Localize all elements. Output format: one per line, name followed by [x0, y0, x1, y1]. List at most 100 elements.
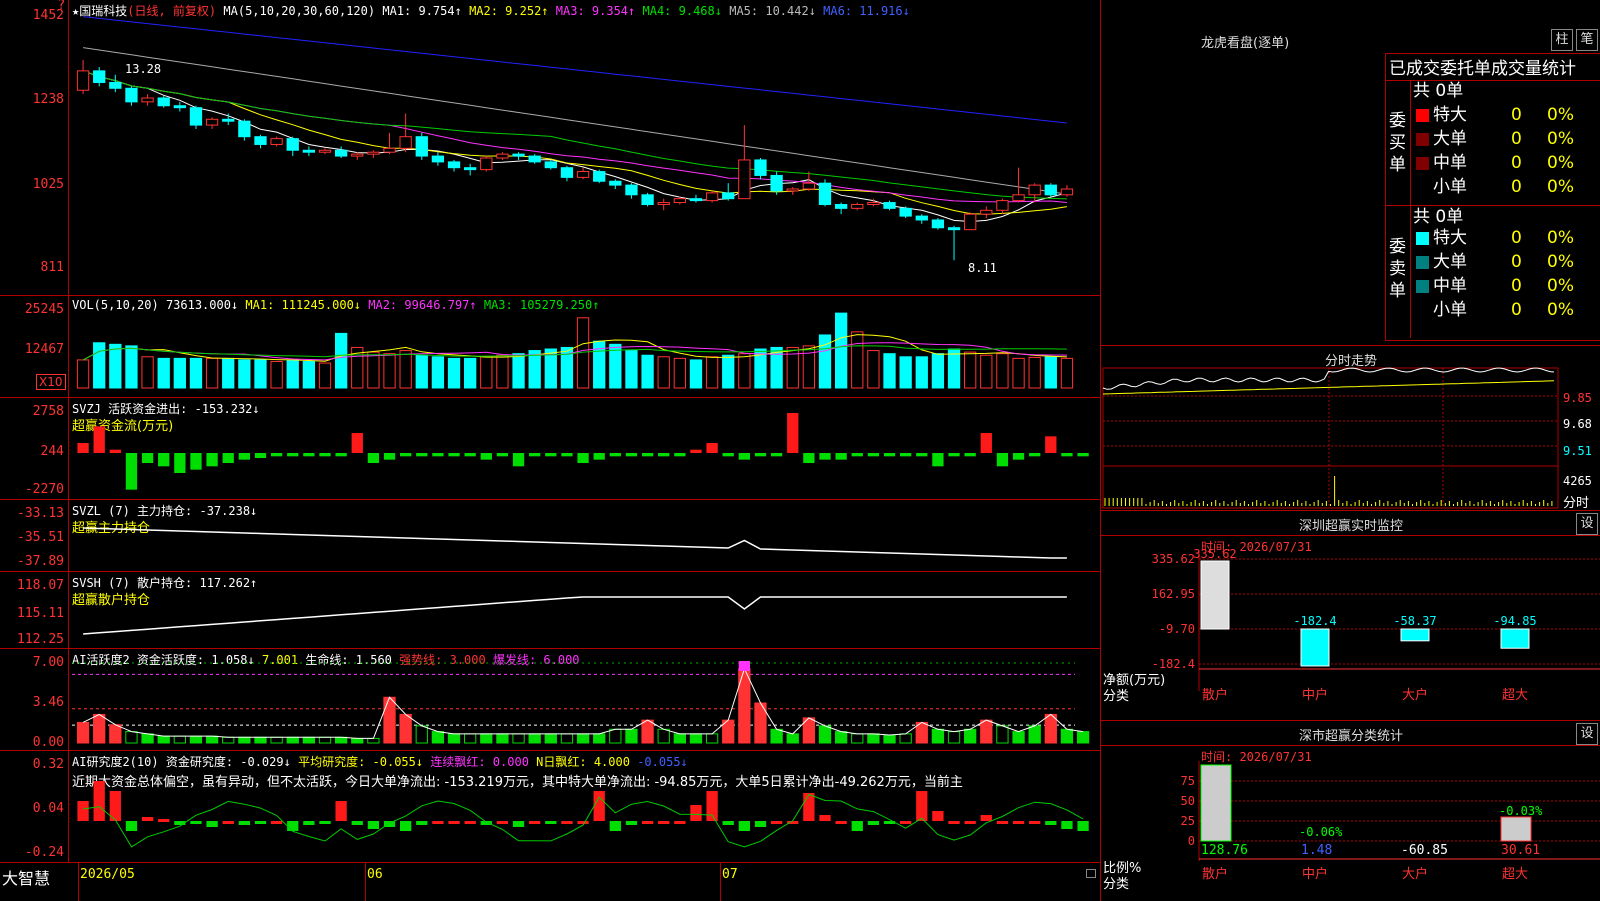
brand-logo[interactable]: 大智慧 [2, 865, 50, 889]
date-divider [78, 863, 79, 901]
volume-panel[interactable]: 25245 12467 X10 VOL(5,10,20) 73613.000↓ … [0, 295, 1100, 398]
flow-bar [303, 453, 315, 457]
activity-bar [705, 733, 719, 744]
category-label: 中户 [1302, 687, 1328, 703]
realtime-monitor-panel[interactable]: 深圳超赢实时监控 设 时间: 2026/07/31 335.62 162.95 -9… [1100, 510, 1600, 721]
volume-bar [1028, 356, 1041, 389]
bar-mode-button[interactable]: 柱 [1551, 29, 1573, 51]
activity-bar [76, 721, 90, 744]
svzj-panel[interactable]: 2758 244 -2270 SVZJ 活跃资金进出: -153.232↓ 超赢… [0, 397, 1100, 500]
candle-body [802, 182, 816, 190]
row-name: 中单 [1433, 153, 1467, 173]
monitor-bar-value: -182.4 [1293, 614, 1336, 628]
intraday-panel[interactable]: 分时走势 9.85 9.68 9.51 4265 分时 [1100, 345, 1600, 511]
flow-bar [206, 453, 218, 467]
kline-panel[interactable]: 1452 1238 1025 811 ? ★国瑞科技(日线, 前复权) MA(5… [0, 0, 1100, 295]
longhu-title: 龙虎看盘(逐单) [1201, 36, 1290, 51]
flow-bar [674, 453, 686, 457]
high-price-label: 13.28 [125, 62, 162, 76]
flow-bar [1077, 453, 1089, 457]
intraday-mode-label[interactable]: 分时 [1563, 492, 1589, 511]
row-percent: 0% [1547, 177, 1574, 197]
candle-body [964, 213, 977, 231]
research-bar [1029, 821, 1041, 824]
buy-label: 委买单 [1389, 111, 1406, 175]
volume-bar [738, 353, 751, 389]
volume-bar [157, 357, 170, 389]
classify-value: 30.61 [1501, 843, 1540, 858]
flow-bar [851, 453, 863, 457]
legend-swatch [1416, 133, 1429, 146]
category-axis-title: 分类 [1103, 689, 1130, 704]
candle-body [1060, 188, 1074, 196]
ai-activity-chart [72, 661, 1090, 744]
longhu-panel[interactable]: 龙虎看盘(逐单) 柱 笔 已成交委托单成交量统计 委买单 委卖单 共 0单 共 … [1100, 0, 1600, 345]
volume-bar [641, 354, 654, 389]
svsh-panel[interactable]: 118.07 115.11 112.25 SVSH (7) 散户持仓: 117.… [0, 571, 1100, 649]
candle-body [754, 159, 767, 176]
activity-bar [1028, 725, 1041, 744]
research-bar [190, 821, 202, 824]
classify-panel[interactable]: 深市超赢分类统计 设 时间: 2026/07/31 75 50 25 0 -0.06% -… [1100, 720, 1600, 901]
classify-bar [1200, 764, 1232, 842]
monitor-chart: 335.62162.95-9.70-182.4335.62散户-182.4中户-… [1152, 547, 1600, 703]
flow-bar [512, 453, 525, 467]
activity-bar [464, 733, 477, 744]
row-value: 0 [1511, 276, 1522, 296]
row-value: 0 [1511, 129, 1522, 149]
volume-bar [947, 348, 961, 389]
lock-icon[interactable] [1086, 869, 1096, 878]
candle-body [189, 107, 203, 126]
activity-bar [657, 728, 670, 744]
date-divider [365, 863, 366, 901]
activity-line [82, 667, 1084, 739]
legend-swatch [1416, 109, 1429, 122]
ai-research-panel[interactable]: 0.32 0.04 -0.24 AI研究度2(10) 资金研究度: -0.029… [0, 750, 1100, 863]
activity-bar [431, 731, 445, 744]
svzl-panel[interactable]: -33.13 -35.51 -37.89 SVZL (7) 主力持仓: -37.… [0, 499, 1100, 572]
candle-body [302, 149, 316, 153]
volume-bar [109, 343, 122, 389]
classify-pct-label: -0.06% [1299, 825, 1343, 839]
candle-body [109, 81, 122, 89]
research-bar [948, 821, 960, 824]
candle-body [673, 198, 686, 204]
activity-bar [964, 728, 977, 744]
candle-body [609, 180, 622, 186]
research-bar [932, 811, 944, 821]
research-bar [980, 815, 992, 821]
category-axis-title: 分类 [1103, 877, 1130, 892]
activity-bar [641, 719, 654, 744]
volume-bar [899, 356, 912, 389]
candle-body [851, 203, 864, 209]
candlestick-chart[interactable] [0, 0, 1100, 295]
ai-activity-panel[interactable]: 7.00 3.46 0.00 AI活跃度2 资金活跃度: 1.058↓ 7.00… [0, 648, 1100, 751]
tick-mode-button[interactable]: 笔 [1576, 29, 1598, 51]
intraday-chart[interactable] [1101, 346, 1600, 511]
research-bar [625, 821, 638, 825]
research-bar [319, 821, 331, 824]
activity-bar [205, 735, 219, 744]
research-bar [996, 821, 1009, 824]
volume-bar [867, 350, 880, 389]
activity-bar [689, 733, 703, 744]
activity-bar [141, 733, 154, 744]
activity-bar [899, 733, 912, 744]
activity-bar [673, 733, 686, 744]
research-bar [835, 821, 847, 824]
row-percent: 0% [1547, 153, 1574, 173]
activity-bar [383, 696, 396, 744]
volume-bar [915, 356, 928, 389]
volume-bar [673, 357, 686, 389]
research-bar [561, 821, 573, 824]
research-bar [416, 821, 428, 825]
price-label: 9.68 [1563, 417, 1592, 431]
candle-body [351, 153, 364, 157]
research-bar [900, 821, 912, 824]
activity-bar [254, 736, 267, 744]
candle-body [254, 136, 267, 145]
candle-body [270, 138, 283, 145]
activity-bar [980, 719, 993, 744]
activity-bar [560, 733, 574, 744]
research-bar [254, 821, 267, 824]
